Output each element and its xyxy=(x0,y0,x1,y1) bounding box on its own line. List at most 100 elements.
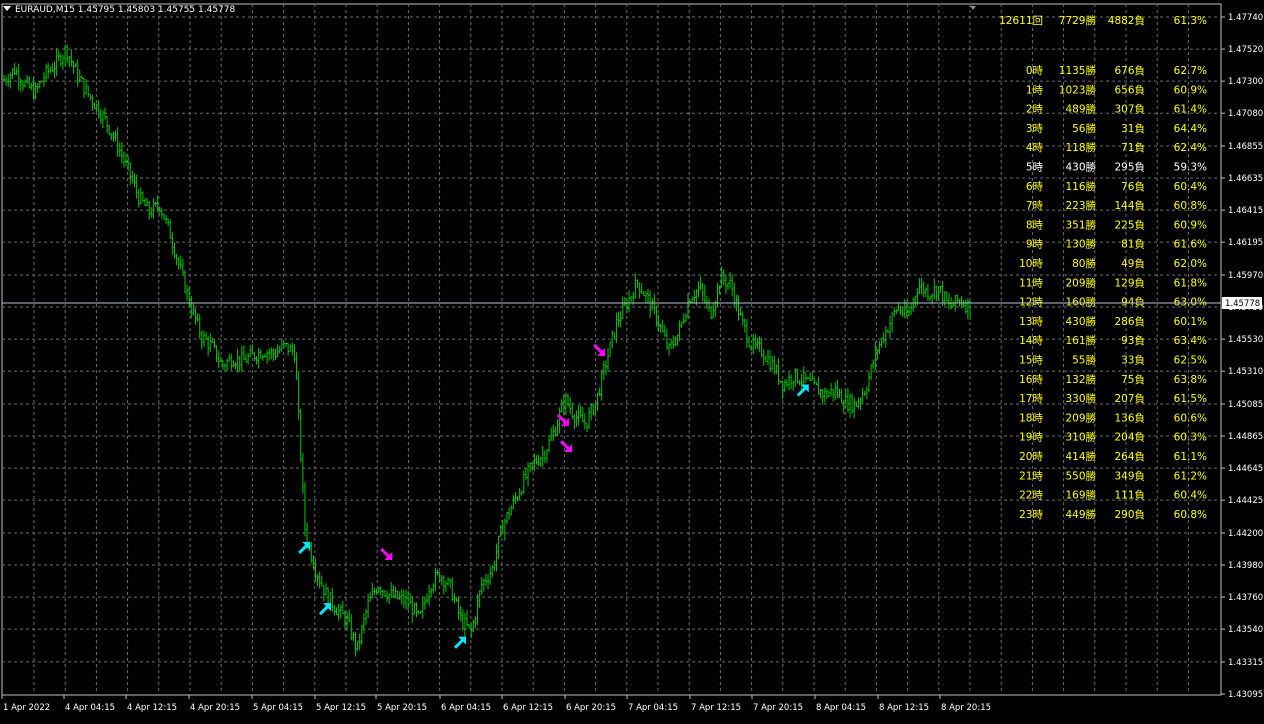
win-rate-table: 12611回 7729勝 4882負 61.3%0時 1135勝 676負 62.7%1時 1… xyxy=(999,14,1207,521)
signal-arrows xyxy=(298,343,809,649)
current-price-label: 1.45778 xyxy=(1225,299,1260,309)
stat-cell: 60.4% xyxy=(1174,490,1207,502)
stat-cell: 60.9% xyxy=(1174,219,1207,231)
price-tick-label: 1.43760 xyxy=(1228,593,1263,603)
stat-cell: 60.1% xyxy=(1174,316,1207,328)
sell-arrow-icon xyxy=(559,440,573,453)
chart-window[interactable]: 12611回 7729勝 4882負 61.3% 0時 1135勝 676負 62.7% 1時 1… xyxy=(0,0,1264,720)
stat-cell: 116勝 xyxy=(1065,180,1096,193)
time-tick-label: 7 Apr 12:15 xyxy=(691,703,741,713)
stat-cell: 225負 xyxy=(1114,219,1145,231)
stat-cell: 22時 xyxy=(1019,490,1043,502)
stat-cell: 550勝 xyxy=(1065,469,1096,482)
stat-cell: 56勝 xyxy=(1072,122,1096,135)
stat-cell: 55勝 xyxy=(1072,354,1096,367)
stat-cell: 449勝 xyxy=(1065,508,1096,521)
price-tick-label: 1.44645 xyxy=(1228,464,1263,474)
stat-cell: 111負 xyxy=(1114,490,1145,502)
stat-cell: 59.3% xyxy=(1174,162,1207,174)
collapse-triangle-icon[interactable] xyxy=(3,6,11,11)
stat-cell: 11時 xyxy=(1019,277,1043,289)
stat-cell: 12611回 xyxy=(999,15,1043,27)
time-tick-label: 4 Apr 20:15 xyxy=(190,703,240,713)
stat-cell: 223勝 xyxy=(1065,199,1096,212)
stats-hour-row: 18時 209勝 136負 60.6% xyxy=(1019,411,1207,424)
stats-hour-row: 21時 550勝 349負 61.2% xyxy=(1019,469,1207,482)
sell-arrow-icon xyxy=(380,547,393,561)
stat-cell: 351勝 xyxy=(1065,218,1096,231)
stat-cell: 60.4% xyxy=(1174,181,1207,193)
stats-hour-row: 23時 449勝 290負 60.8% xyxy=(1019,508,1207,521)
stat-cell: 136負 xyxy=(1114,412,1145,424)
time-tick-label: 5 Apr 04:15 xyxy=(253,703,303,713)
stat-cell: 80勝 xyxy=(1072,257,1096,270)
stat-cell: 209勝 xyxy=(1065,276,1096,289)
stat-cell: 62.7% xyxy=(1174,65,1207,77)
stat-cell: 14時 xyxy=(1019,335,1043,347)
time-tick-label: 4 Apr 12:15 xyxy=(127,703,177,713)
stat-cell: 49負 xyxy=(1121,258,1145,270)
stat-cell: 31負 xyxy=(1121,123,1145,135)
stat-cell: 676負 xyxy=(1114,65,1145,77)
time-tick-label: 6 Apr 12:15 xyxy=(503,703,553,713)
price-tick-label: 1.47740 xyxy=(1228,13,1263,23)
stat-cell: 64.4% xyxy=(1174,123,1207,135)
stat-cell: 132勝 xyxy=(1065,373,1096,386)
stat-cell: 60.8% xyxy=(1174,509,1207,521)
stats-hour-row: 6時 116勝 76負 60.4% xyxy=(1026,180,1207,193)
stat-cell: 430勝 xyxy=(1065,161,1096,174)
time-tick-label: 8 Apr 04:15 xyxy=(816,703,866,713)
stats-hour-row: 9時 130勝 81負 61.6% xyxy=(1026,238,1207,251)
stats-hour-row: 3時 56勝 31負 64.4% xyxy=(1026,122,1207,135)
stat-cell: 290負 xyxy=(1114,509,1145,521)
price-tick-label: 1.43980 xyxy=(1228,561,1263,571)
stat-cell: 130勝 xyxy=(1065,238,1096,251)
stat-cell: 33負 xyxy=(1121,355,1145,367)
price-tick-label: 1.44200 xyxy=(1228,529,1263,539)
stat-cell: 1135勝 xyxy=(1059,64,1097,77)
buy-arrow-icon xyxy=(453,636,467,649)
stat-cell: 204負 xyxy=(1114,432,1145,444)
stat-cell: 62.5% xyxy=(1174,355,1207,367)
stats-hour-row: 11時 209勝 129負 61.8% xyxy=(1019,276,1207,289)
stat-cell: 2時 xyxy=(1026,104,1044,116)
stat-cell: 60.3% xyxy=(1174,432,1207,444)
stats-hour-row: 1時 1023勝 656負 60.9% xyxy=(1026,83,1207,96)
price-tick-label: 1.45530 xyxy=(1228,335,1263,345)
price-tick-label: 1.47300 xyxy=(1228,77,1263,87)
stat-cell: 295負 xyxy=(1114,162,1145,174)
scroll-marker-icon xyxy=(970,6,976,10)
stat-cell: 8時 xyxy=(1026,219,1044,231)
stat-cell: 76負 xyxy=(1121,181,1145,193)
stat-cell: 15時 xyxy=(1019,355,1043,367)
stats-hour-row: 15時 55勝 33負 62.5% xyxy=(1019,354,1207,367)
stat-cell: 160勝 xyxy=(1065,296,1096,309)
time-tick-label: 7 Apr 04:15 xyxy=(628,703,678,713)
price-tick-label: 1.43540 xyxy=(1228,625,1263,635)
price-chart[interactable]: 12611回 7729勝 4882負 61.3%0時 1135勝 676負 62.7%1時 1… xyxy=(0,0,1264,720)
stat-cell: 7729勝 xyxy=(1059,14,1097,27)
stats-hour-row: 4時 118勝 71負 62.4% xyxy=(1026,141,1207,154)
time-tick-label: 1 Apr 2022 xyxy=(3,703,50,713)
stats-hour-row: 16時 132勝 75負 63.8% xyxy=(1019,373,1207,386)
stat-cell: 1時 xyxy=(1026,84,1044,96)
stats-total-row: 12611回 7729勝 4882負 61.3% xyxy=(999,14,1207,27)
stat-cell: 4時 xyxy=(1026,142,1044,154)
stat-cell: 9時 xyxy=(1026,239,1044,251)
stat-cell: 93負 xyxy=(1121,335,1145,347)
stat-cell: 1023勝 xyxy=(1059,83,1097,96)
stat-cell: 118勝 xyxy=(1065,141,1096,154)
time-tick-label: 8 Apr 12:15 xyxy=(879,703,929,713)
stat-cell: 62.4% xyxy=(1174,142,1207,154)
stat-cell: 71負 xyxy=(1121,142,1145,154)
stat-cell: 23時 xyxy=(1019,509,1043,521)
stat-cell: 61.4% xyxy=(1174,104,1207,116)
buy-arrow-icon xyxy=(298,541,311,555)
price-tick-label: 1.46195 xyxy=(1228,238,1263,248)
stats-hour-row: 5時 430勝 295負 59.3% xyxy=(1026,161,1207,174)
stats-hour-row: 10時 80勝 49負 62.0% xyxy=(1019,257,1207,270)
stat-cell: 6時 xyxy=(1026,181,1044,193)
chart-header[interactable]: EURAUD,M15 1.45795 1.45803 1.45755 1.457… xyxy=(3,5,235,15)
stat-cell: 20時 xyxy=(1019,451,1043,463)
time-tick-label: 5 Apr 12:15 xyxy=(316,703,366,713)
